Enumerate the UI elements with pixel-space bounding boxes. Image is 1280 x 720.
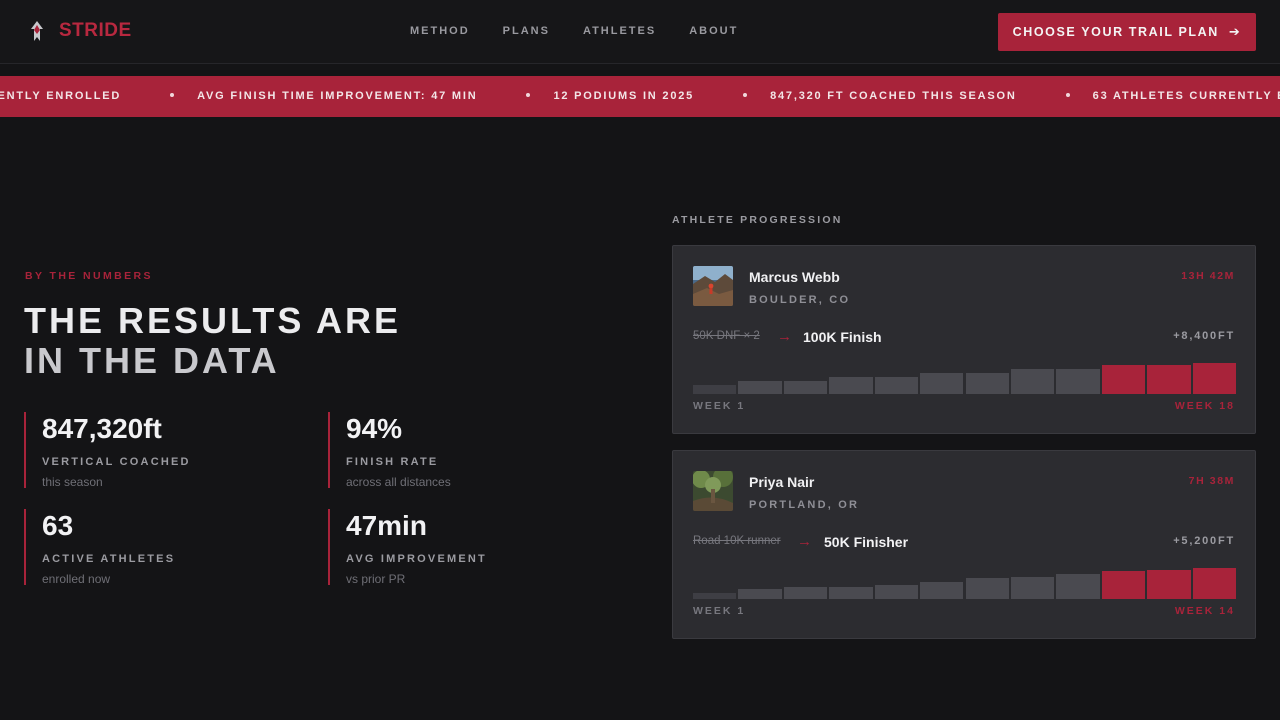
stat-label: AVG IMPROVEMENT [346,553,487,565]
progression-bar [1147,365,1191,394]
athlete-card-priya[interactable]: Priya Nair PORTLAND, OR 7H 38M Road 10K … [672,450,1256,639]
progression-bar [829,586,873,599]
progression-bar [874,376,919,394]
main-nav: METHOD PLANS ATHLETES ABOUT [410,25,771,37]
before-result: 50K DNF × 2 [693,330,760,342]
stat-sub: this season [42,475,103,489]
ticker-dot-icon [170,93,175,97]
progression-bar [920,581,964,599]
stat-label: ACTIVE ATHLETES [42,553,176,565]
before-result: Road 10K runner [693,535,781,547]
page-title: THE RESULTS ARE IN THE DATA [24,301,401,381]
progression-bars [693,358,1236,394]
progression-bars [693,563,1236,599]
athlete-location: BOULDER, CO [749,294,851,306]
ticker-item: 63 ATHLETES CURRENTLY ENR [1092,90,1280,102]
stats-ticker: RRENTLY ENROLLED AVG FINISH TIME IMPROVE… [0,76,1280,117]
progression-bar [1056,573,1100,599]
stat-value: 63 [42,510,74,541]
stat-value: 47min [346,510,427,541]
nav-athletes[interactable]: ATHLETES [583,25,656,37]
progression-bar [1010,369,1055,394]
stat-vertical: 847,320ft VERTICAL COACHED this season [24,412,274,489]
nav-about[interactable]: ABOUT [689,25,738,37]
finish-time: 7H 38M [1188,475,1235,487]
ticker-item: 847,320 FT COACHED THIS SEASON [770,90,1017,102]
after-result: 100K Finish [803,329,882,345]
arrow-right-icon: ➔ [1228,24,1242,39]
avatar [693,266,733,306]
ticker-dot-icon [743,93,748,97]
progression-bar [829,376,873,394]
progression-bar [1101,365,1146,394]
finish-time: 13H 42M [1181,270,1235,282]
athlete-card-marcus[interactable]: Marcus Webb BOULDER, CO 13H 42M 50K DNF … [672,245,1256,434]
section-eyebrow: BY THE NUMBERS [25,270,153,282]
progression-bar [920,372,964,394]
after-result: 50K Finisher [824,534,909,550]
progression-bar [1147,569,1191,599]
ticker-dot-icon [1065,93,1070,97]
cta-label: CHOOSE YOUR TRAIL PLAN [1012,25,1219,39]
ticker-item: 12 PODIUMS IN 2025 [553,90,695,102]
progression-bar [1010,576,1055,599]
arrow-right-icon: → [797,533,812,550]
stat-value: 94% [346,413,403,444]
stat-label: FINISH RATE [346,456,439,468]
vertical-gain: +5,200FT [1173,535,1235,547]
stat-sub: enrolled now [42,572,111,586]
vertical-gain: +8,400FT [1173,330,1235,342]
brand-name: STRIDE [59,20,132,41]
ticker-item: RRENTLY ENROLLED [0,90,122,102]
progression-label: ATHLETE PROGRESSION [672,214,843,226]
progression-bar [783,380,828,394]
headline-line-2: IN THE DATA [24,340,280,381]
nav-plans[interactable]: PLANS [503,25,550,37]
progression-bar [965,372,1009,394]
avatar [693,471,733,511]
stat-sub: across all distances [346,475,451,489]
athlete-location: PORTLAND, OR [749,499,860,511]
progression-bar [874,584,919,599]
week-end-label: WEEK 18 [1174,400,1235,412]
week-start-label: WEEK 1 [693,605,746,617]
stat-label: VERTICAL COACHED [42,456,191,468]
athlete-name: Marcus Webb [749,269,840,285]
stat-finish-rate: 94% FINISH RATE across all distances [328,412,578,489]
nav-method[interactable]: METHOD [410,25,470,37]
ticker-dot-icon [526,93,531,97]
progression-bar [1192,363,1236,394]
headline-line-1: THE RESULTS ARE [24,300,402,341]
site-header: STRIDE METHOD PLANS ATHLETES ABOUT CHOOS… [0,0,1280,64]
progression-bar [693,592,737,599]
stat-value: 847,320ft [42,413,162,444]
progression-bar [738,380,782,394]
progression-bar [1056,369,1100,394]
progression-bar [1101,571,1146,599]
progression-bar [1192,568,1236,599]
choose-plan-button[interactable]: CHOOSE YOUR TRAIL PLAN ➔ [998,13,1256,51]
week-end-label: WEEK 14 [1174,605,1235,617]
brand-logo[interactable]: STRIDE [29,20,132,42]
stat-avg-improvement: 47min AVG IMPROVEMENT vs prior PR [328,509,578,586]
arrow-right-icon: → [777,328,792,345]
week-start-label: WEEK 1 [693,400,746,412]
stride-logo-icon [31,21,43,41]
athlete-name: Priya Nair [749,474,815,490]
progression-bar [965,577,1009,599]
progression-bar [693,385,737,394]
progression-bar [783,586,828,599]
ticker-item: AVG FINISH TIME IMPROVEMENT: 47 MIN [197,90,478,102]
stat-sub: vs prior PR [346,572,406,586]
stat-active-athletes: 63 ACTIVE ATHLETES enrolled now [24,509,274,586]
progression-bar [738,588,782,599]
